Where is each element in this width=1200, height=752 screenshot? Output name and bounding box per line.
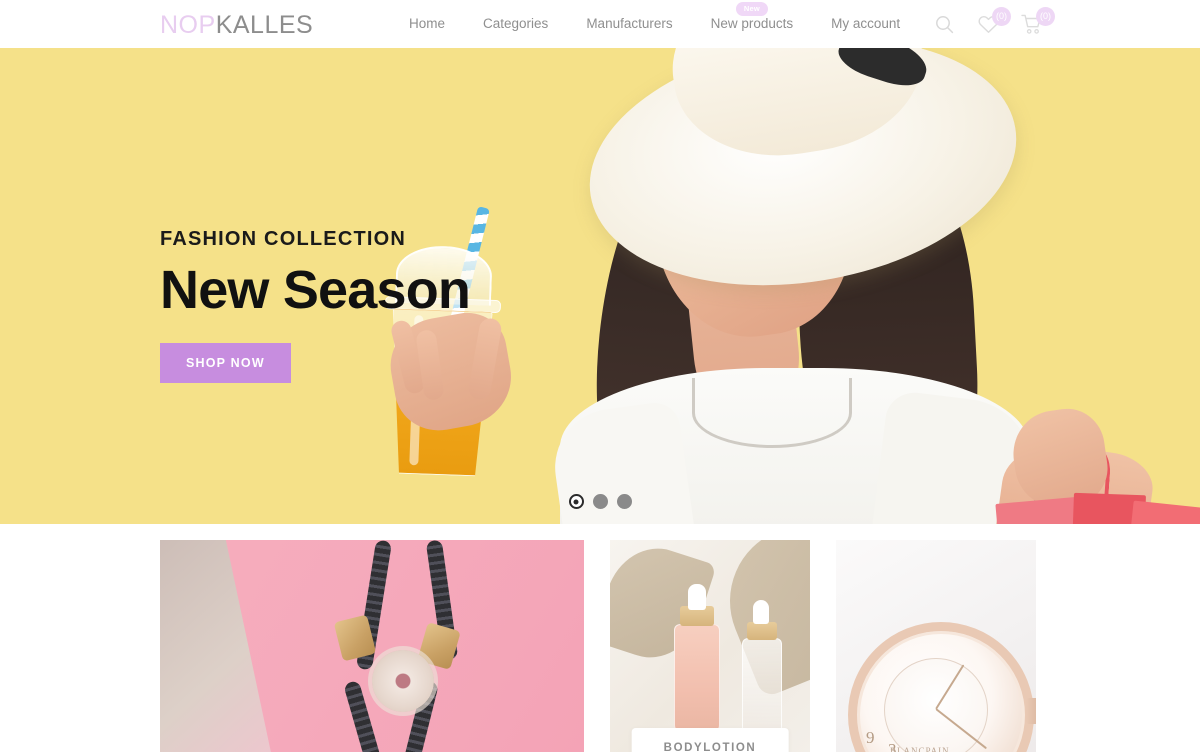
card-label-bodylotion: BODYLOTION (631, 728, 789, 752)
nav-label-categories: Categories (483, 16, 549, 31)
tshirt-collar (692, 378, 852, 448)
category-card-bodylotion[interactable]: BODYLOTION (610, 540, 810, 752)
site-logo[interactable]: NOPKALLES (160, 11, 313, 39)
bottle-dropper (753, 600, 769, 624)
carousel-dot-1[interactable] (568, 494, 584, 509)
category-card-jewelry[interactable] (160, 540, 584, 752)
hero-title: New Season (160, 260, 471, 320)
shop-now-button[interactable]: SHOP NOW (160, 343, 291, 383)
wishlist-button[interactable]: (0) (976, 7, 1011, 36)
wishlist-count-badge: (0) (992, 7, 1011, 26)
logo-part-nop: NOP (160, 11, 216, 39)
carousel-dot-3[interactable] (616, 494, 632, 509)
nav-label-manufacturers: Manufacturers (586, 16, 673, 31)
carousel-dot-2[interactable] (592, 494, 608, 509)
hero-subtitle: FASHION COLLECTION (160, 228, 407, 250)
nav-item-my-account[interactable]: My account (812, 0, 919, 48)
nav-item-manufacturers[interactable]: Manufacturers (567, 0, 691, 48)
hero-slider[interactable]: FASHION COLLECTION New Season SHOP NOW (0, 48, 1200, 524)
nav-new-badge: New (735, 2, 768, 16)
category-cards: BODYLOTION 9 3 6 20 10 BLANCPAIN (0, 524, 1200, 752)
header-tools: (0) (0) (932, 0, 1055, 48)
bottle-cap (747, 622, 777, 640)
nav-label-new-products: New products (710, 16, 794, 31)
carousel-dots (0, 494, 1200, 509)
main-navigation: Home Categories Manufacturers New New pr… (390, 0, 919, 48)
cart-button[interactable]: (0) (1020, 7, 1055, 36)
nav-item-categories[interactable]: Categories (464, 0, 567, 48)
watch-number: 9 (866, 728, 875, 747)
serum-bottle-secondary (742, 638, 782, 736)
flower-pendant (372, 650, 434, 712)
hero-caption: FASHION COLLECTION New Season SHOP NOW (160, 228, 471, 383)
bottle-dropper (688, 584, 706, 610)
nav-label-my-account: My account (831, 16, 901, 31)
watch-crown (1026, 698, 1036, 724)
site-header: NOPKALLES Home Categories Manufacturers … (0, 0, 1200, 48)
search-button[interactable] (932, 12, 956, 36)
nav-label-home: Home (409, 16, 446, 31)
cart-count-badge: (0) (1036, 7, 1055, 26)
watch-brand: BLANCPAIN (890, 746, 950, 752)
category-card-watch[interactable]: 9 3 6 20 10 BLANCPAIN (836, 540, 1036, 752)
serum-bottle-primary (674, 624, 720, 734)
search-icon (935, 15, 954, 34)
nav-item-home[interactable]: Home (390, 0, 464, 48)
logo-part-kalles: KALLES (215, 11, 314, 39)
nav-item-new-products[interactable]: New New products (692, 0, 813, 48)
